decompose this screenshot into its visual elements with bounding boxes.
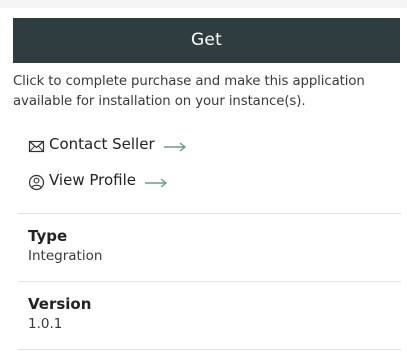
contact-seller-label: Contact Seller xyxy=(49,135,155,153)
get-button[interactable]: Get xyxy=(13,18,400,63)
arrow-right-icon xyxy=(163,141,187,152)
contact-seller-link[interactable]: Contact Seller xyxy=(28,133,187,155)
user-circle-icon xyxy=(28,174,45,191)
arrow-right-icon xyxy=(144,177,168,188)
envelope-icon xyxy=(28,138,45,155)
view-profile-label: View Profile xyxy=(49,171,137,189)
purchase-description: Click to complete purchase and make this… xyxy=(13,74,365,109)
top-strip xyxy=(0,0,407,8)
view-profile-link[interactable]: View Profile xyxy=(28,169,168,191)
type-heading: Type xyxy=(28,227,68,245)
version-value: 1.0.1 xyxy=(28,316,63,332)
version-heading: Version xyxy=(28,295,92,313)
divider xyxy=(18,349,401,350)
purchase-panel: Get Click to complete purchase and make … xyxy=(0,0,407,355)
type-value: Integration xyxy=(28,248,103,264)
divider xyxy=(18,281,401,282)
divider xyxy=(18,213,401,214)
